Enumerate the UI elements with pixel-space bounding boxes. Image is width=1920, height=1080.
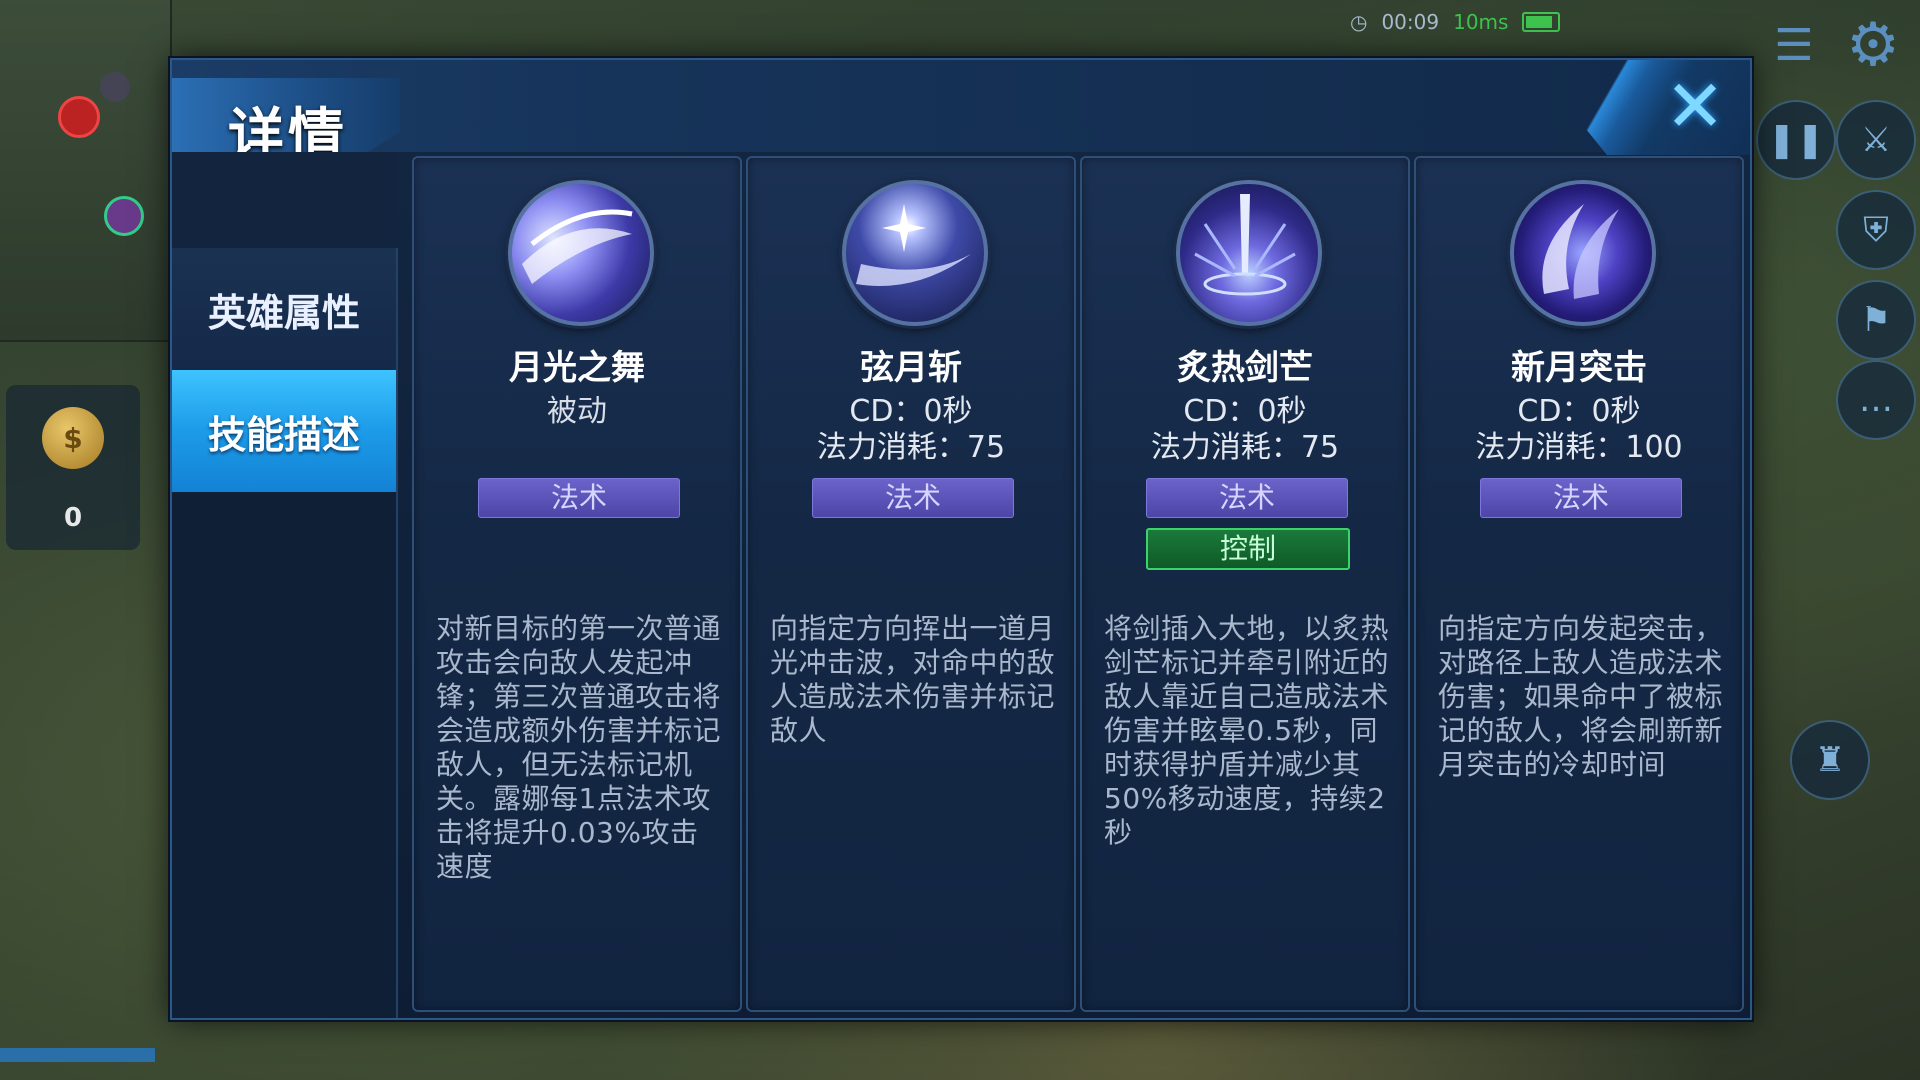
pause-icon[interactable]: ❚❚ [1756,100,1836,180]
minimap-structure-marker [100,72,130,102]
magic-tag: 法术 [1146,478,1348,518]
menu-icon[interactable]: ☰ [1766,18,1822,74]
shield-icon[interactable]: ⛨ [1836,190,1916,270]
skill-description: 将剑插入大地，以炙热剑芒标记并牵引附近的敌人靠近自己造成法术伤害并眩晕0.5秒，… [1104,612,1390,849]
skill-name: 新月突击 [1511,348,1647,388]
flag-icon[interactable]: ⚑ [1836,280,1916,360]
clock-icon: ◷ [1350,10,1368,34]
top-status-bar: ◷ 00:09 10ms [1350,4,1561,40]
recommend-tower-icon[interactable]: ♜ [1790,720,1870,800]
gold-panel[interactable]: $ 0 [6,385,140,550]
skill-card: 弦月斩 CD：0秒 法力消耗：75 法术 向指定方向挥出一道月光冲击波，对命中的… [746,156,1076,1012]
ping-value: 10ms [1453,10,1509,34]
sidebar-item-label: 英雄属性 [207,290,360,335]
skill-card: 月光之舞 被动 法术 对新目标的第一次普通攻击会向敌人发起冲锋；第三次普通攻击将… [412,156,742,1012]
sidebar-item-label: 技能描述 [207,412,360,457]
minimap-ally-marker [104,196,144,236]
skill-card: 新月突击 CD：0秒 法力消耗：100 法术 向指定方向发起突击，对路径上敌人造… [1414,156,1744,1012]
magic-tag: 法术 [812,478,1014,518]
skill-cost-info: CD：0秒 法力消耗：75 [748,394,1074,466]
coin-bag-icon: $ [42,407,104,469]
skill-cooldown: CD：0秒 [1517,394,1641,429]
skill-card: 炙热剑芒 CD：0秒 法力消耗：75 法术 控制 将剑插入大地，以炙热剑芒标记并… [1080,156,1410,1012]
skill-name: 月光之舞 [509,348,645,388]
magic-tag: 法术 [1480,478,1682,518]
sidebar-item-skill-description[interactable]: 技能描述 [172,370,396,492]
magic-tag: 法术 [478,478,680,518]
skill-type: 被动 [414,394,740,430]
sword-icon[interactable]: ⚔ [1836,100,1916,180]
battery-icon [1522,12,1561,32]
skill-name: 炙热剑芒 [1177,348,1313,388]
skill-cost-info: CD：0秒 法力消耗：75 [1082,394,1408,466]
skill-cooldown: CD：0秒 [1183,394,1307,429]
skill-description: 向指定方向发起突击，对路径上敌人造成法术伤害；如果命中了被标记的敌人，将会刷新新… [1438,612,1724,781]
blazing-sword-icon [1176,180,1322,326]
health-bar [0,1048,155,1062]
moon-dance-icon [508,180,654,326]
sidebar: 英雄属性 技能描述 [172,248,398,1018]
skill-cost-info: CD：0秒 法力消耗：100 [1416,394,1742,466]
gold-count: 0 [63,503,83,533]
skill-mana-cost: 法力消耗：75 [816,430,1006,465]
gear-icon[interactable]: ⚙ [1838,10,1908,80]
skill-cards: 月光之舞 被动 法术 对新目标的第一次普通攻击会向敌人发起冲锋；第三次普通攻击将… [412,156,1744,1012]
modal-header: 详情 ✕ [172,60,1750,168]
skill-info-line: 被动 [547,394,607,429]
crescent-slash-icon [842,180,988,326]
skill-mana-cost: 法力消耗：75 [1150,430,1340,465]
skill-mana-cost: 法力消耗：100 [1475,430,1683,465]
control-tag: 控制 [1146,528,1350,570]
sidebar-spacer [172,152,396,250]
minimap[interactable] [0,0,172,342]
details-modal: 详情 ✕ 英雄属性 技能描述 月光之舞 被动 法术 对新目标的第一次普通攻击会向… [170,58,1752,1020]
skill-cooldown: CD：0秒 [849,394,973,429]
skill-description: 向指定方向挥出一道月光冲击波，对命中的敌人造成法术伤害并标记敌人 [770,612,1056,747]
sidebar-item-hero-attributes[interactable]: 英雄属性 [172,248,396,372]
skill-name: 弦月斩 [860,348,962,388]
chat-icon[interactable]: … [1836,360,1916,440]
match-timer: 00:09 [1381,10,1440,34]
minimap-hero-marker [58,96,100,138]
close-button[interactable]: ✕ [1660,70,1730,144]
skill-description: 对新目标的第一次普通攻击会向敌人发起冲锋；第三次普通攻击将会造成额外伤害并标记敌… [436,612,722,883]
new-moon-strike-icon [1510,180,1656,326]
